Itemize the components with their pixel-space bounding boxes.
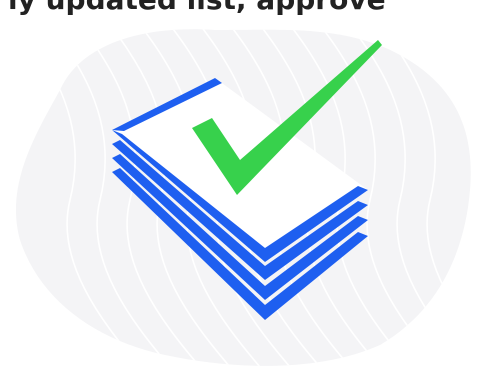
approved-documents-illustration	[15, 29, 471, 366]
canvas: ly updated list, approve	[0, 0, 480, 367]
